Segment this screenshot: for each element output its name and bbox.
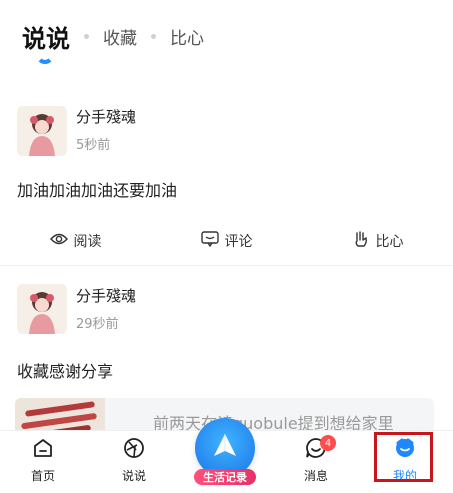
- comment-button[interactable]: 评论: [151, 228, 302, 254]
- post-divider: [0, 265, 453, 266]
- home-icon: [32, 437, 54, 463]
- top-tabs: 说说 收藏 比心: [22, 18, 204, 54]
- post-content: 收藏感谢分享: [17, 362, 114, 381]
- nav-shuoshuo-label: 说说: [121, 469, 146, 483]
- avatar[interactable]: [17, 106, 67, 156]
- post-time: 5秒前: [76, 138, 111, 153]
- tab-bixin[interactable]: 比心: [170, 24, 204, 49]
- nav-home-label: 首页: [30, 469, 55, 483]
- username[interactable]: 分手殘魂: [76, 285, 136, 306]
- read-label: 阅读: [73, 234, 102, 250]
- paper-plane-icon: [210, 431, 240, 465]
- tab-favorites[interactable]: 收藏: [103, 24, 137, 49]
- refresh-indicator: [36, 54, 54, 68]
- nav-messages-label: 消息: [303, 469, 328, 483]
- avatar[interactable]: [17, 284, 67, 334]
- comment-icon: [200, 231, 225, 251]
- message-badge: 4: [320, 435, 336, 451]
- tab-separator-dot: [151, 33, 156, 39]
- nav-shuoshuo[interactable]: 说说: [104, 437, 164, 487]
- post-actions: 阅读 评论 比心: [0, 228, 453, 254]
- username[interactable]: 分手殘魂: [76, 106, 136, 127]
- bixin-label: 比心: [375, 234, 404, 250]
- tab-shuoshuo[interactable]: 说说: [22, 19, 70, 54]
- post-time: 29秒前: [76, 317, 119, 332]
- nav-messages[interactable]: 4 消息: [286, 435, 346, 487]
- tab-separator-dot: [84, 33, 89, 39]
- highlight-box: [374, 432, 433, 482]
- heart-hand-icon: [352, 230, 376, 252]
- life-record-label[interactable]: 生活记录: [194, 469, 256, 485]
- post-content: 加油加油加油还要加油: [17, 181, 178, 200]
- bixin-button[interactable]: 比心: [302, 228, 453, 254]
- eye-icon: [49, 232, 74, 250]
- aperture-icon: [123, 437, 145, 463]
- read-button[interactable]: 阅读: [0, 228, 151, 254]
- nav-home[interactable]: 首页: [13, 437, 73, 487]
- comment-label: 评论: [224, 234, 253, 250]
